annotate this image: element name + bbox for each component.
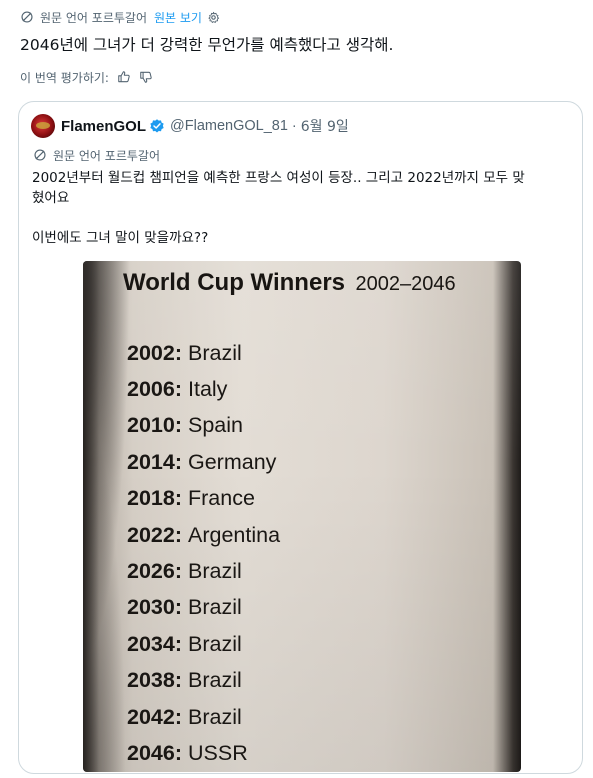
- author-name[interactable]: FlamenGOL: [61, 118, 146, 135]
- rate-translation-label: 이 번역 평가하기:: [20, 70, 109, 85]
- photo-title: World Cup Winners 2002–2046: [123, 269, 456, 297]
- quoted-text-line: 혔어요: [32, 190, 70, 206]
- winner-country: Brazil: [188, 595, 242, 620]
- list-item: 2034: Brazil: [127, 626, 280, 662]
- quoted-source-language-label: 원문 언어 포르투갈어: [53, 148, 160, 163]
- separator-dot: ·: [291, 118, 297, 134]
- thumbs-down-icon[interactable]: [139, 70, 153, 84]
- winner-year: 2002:: [127, 340, 182, 365]
- winner-country: Brazil: [188, 704, 242, 729]
- quoted-tweet-card[interactable]: FlamenGOL @FlamenGOL_81 · 6월 9일 원문 언어 포르…: [18, 101, 583, 774]
- thumbs-up-icon[interactable]: [117, 70, 131, 84]
- list-item: 2042: Brazil: [127, 699, 280, 735]
- translation-bar: 원문 언어 포르투갈어 원본 보기: [20, 8, 220, 26]
- winner-year: 2010:: [127, 413, 182, 438]
- winner-year: 2022:: [127, 522, 182, 547]
- winner-year: 2026:: [127, 559, 182, 584]
- list-item: 2026: Brazil: [127, 553, 280, 589]
- winner-country: Brazil: [188, 668, 242, 693]
- translate-icon: [21, 11, 33, 23]
- attached-photo[interactable]: World Cup Winners 2002–2046 2002: Brazil …: [83, 261, 521, 772]
- tweet-date[interactable]: 6월 9일: [301, 116, 349, 136]
- winner-country: Argentina: [188, 522, 281, 547]
- verified-badge-icon: [150, 119, 164, 133]
- quoted-text-line: 2002년부터 월드컵 챔피언을 예측한 프랑스 여성이 등장.. 그리고 20…: [32, 170, 525, 186]
- show-original-link[interactable]: 원본 보기: [154, 9, 202, 26]
- winner-country: Germany: [188, 449, 277, 474]
- list-item: 2030: Brazil: [127, 590, 280, 626]
- list-item: 2038: Brazil: [127, 663, 280, 699]
- tweet-text: 2046년에 그녀가 더 강력한 무언가를 예측했다고 생각해.: [20, 36, 394, 54]
- list-item: 2006: Italy: [127, 371, 280, 407]
- winner-year: 2038:: [127, 668, 182, 693]
- winner-year: 2030:: [127, 595, 182, 620]
- list-item: 2002: Brazil: [127, 335, 280, 371]
- photo-title-range: 2002–2046: [355, 273, 456, 295]
- winner-country: Brazil: [188, 340, 242, 365]
- winner-year: 2018:: [127, 486, 182, 511]
- winner-country: Italy: [188, 377, 228, 402]
- photo-title-main: World Cup Winners: [123, 269, 345, 296]
- gear-icon[interactable]: [207, 11, 220, 24]
- winner-country: Spain: [188, 413, 243, 438]
- avatar[interactable]: [31, 114, 55, 138]
- list-item: 2046: USSR: [127, 735, 280, 771]
- winner-year: 2006:: [127, 377, 182, 402]
- translate-icon: [34, 149, 46, 161]
- list-item: 2022: Argentina: [127, 517, 280, 553]
- winners-list: 2002: Brazil 2006: Italy 2010: Spain 2014: G…: [127, 335, 280, 772]
- quoted-tweet-header: FlamenGOL @FlamenGOL_81 · 6월 9일: [31, 114, 349, 138]
- winner-country: Brazil: [188, 631, 242, 656]
- winner-country: France: [188, 486, 255, 511]
- quoted-translation-bar: 원문 언어 포르투갈어: [33, 146, 160, 164]
- winner-year: 2014:: [127, 449, 182, 474]
- winner-year: 2042:: [127, 704, 182, 729]
- source-language-label: 원문 언어 포르투갈어: [40, 10, 147, 25]
- winner-country: USSR: [188, 740, 248, 765]
- list-item: 2010: Spain: [127, 408, 280, 444]
- winner-year: 2046:: [127, 740, 182, 765]
- list-item: 2014: Germany: [127, 444, 280, 480]
- list-item: 2018: France: [127, 481, 280, 517]
- winner-country: Brazil: [188, 559, 242, 584]
- quoted-text-line: 이번에도 그녀 말이 맞을까요??: [32, 230, 209, 246]
- quoted-tweet-text: 2002년부터 월드컵 챔피언을 예측한 프랑스 여성이 등장.. 그리고 20…: [32, 168, 572, 248]
- rate-translation-row: 이 번역 평가하기:: [20, 68, 153, 86]
- author-handle[interactable]: @FlamenGOL_81: [170, 118, 288, 134]
- winner-year: 2034:: [127, 631, 182, 656]
